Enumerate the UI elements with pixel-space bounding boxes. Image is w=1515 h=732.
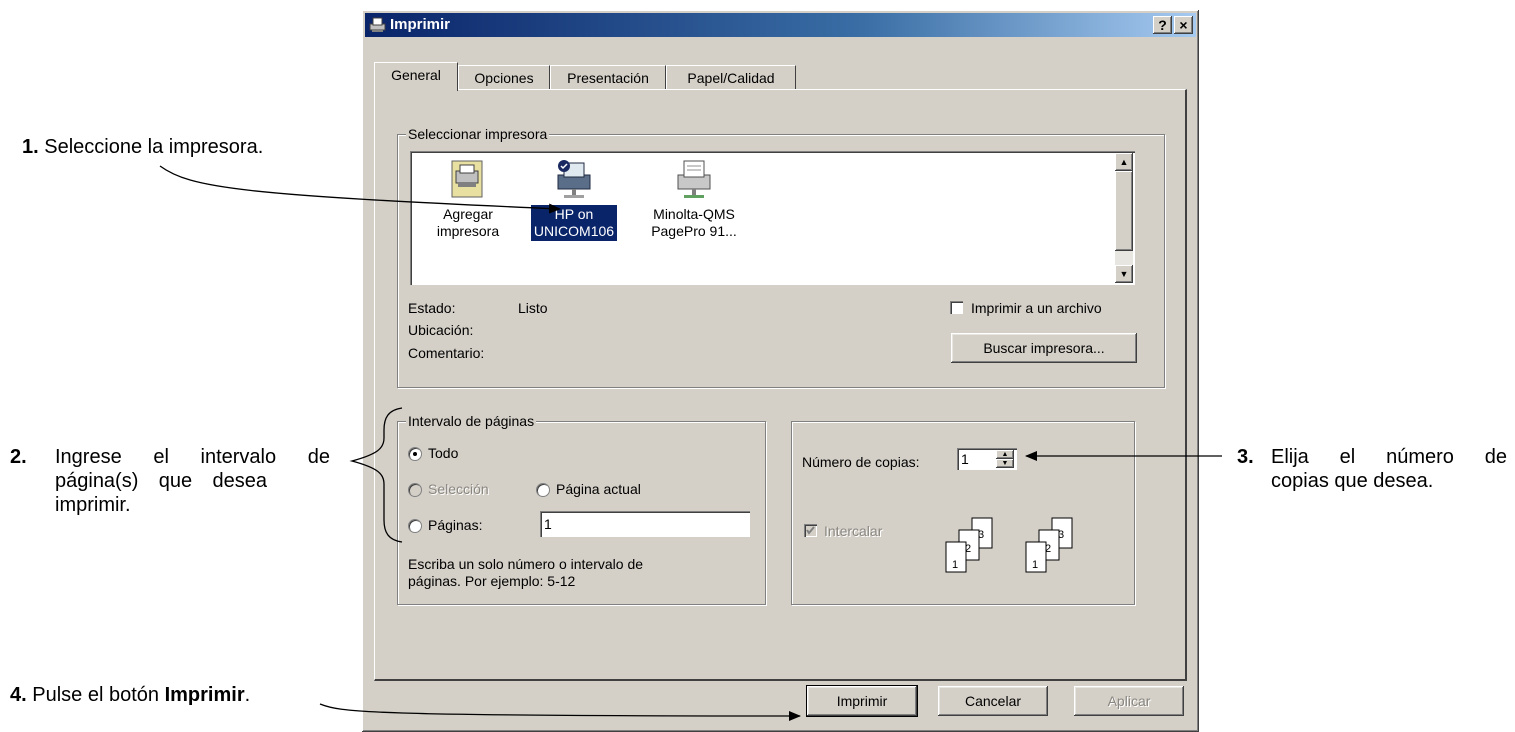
arrow-step-1	[159, 165, 561, 214]
annotation-arrows	[159, 165, 1222, 721]
arrow-step-4	[319, 703, 801, 721]
tab-general[interactable]: General	[374, 62, 458, 91]
brace-step-2	[349, 407, 403, 543]
